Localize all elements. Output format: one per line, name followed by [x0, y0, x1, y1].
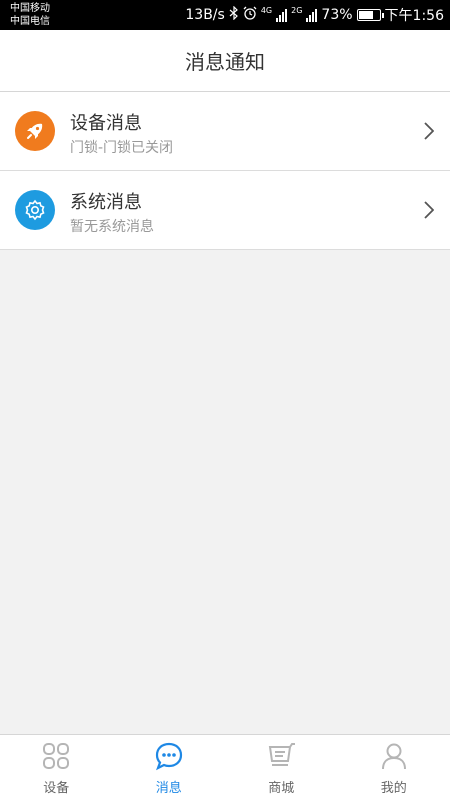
carrier-1: 中国移动	[10, 3, 50, 14]
chevron-right-icon	[424, 201, 435, 223]
tab-label: 消息	[155, 781, 182, 796]
rocket-icon	[15, 111, 55, 151]
battery-icon	[356, 9, 384, 21]
cart-icon	[266, 741, 296, 771]
tab-device[interactable]: 设备	[0, 735, 113, 800]
header: 消息通知	[0, 30, 450, 92]
alarm-icon	[243, 6, 257, 24]
signal-1-tag: 4G	[260, 6, 273, 15]
carrier-info: 中国移动 中国电信	[10, 2, 50, 28]
gear-icon	[15, 190, 55, 230]
chevron-right-icon	[424, 122, 435, 144]
person-icon	[381, 741, 407, 771]
message-title: 系统消息	[70, 192, 142, 213]
signal-2-icon	[306, 8, 318, 22]
bottom-tab-bar: 设备 消息 商城 我的	[0, 734, 450, 800]
tab-label: 商城	[268, 781, 295, 796]
message-row-device[interactable]: 设备消息 门锁-门锁已关闭	[0, 92, 450, 171]
page-title: 消息通知	[185, 50, 265, 74]
message-subtitle: 门锁-门锁已关闭	[70, 140, 174, 156]
bluetooth-icon	[229, 5, 239, 24]
carrier-2: 中国电信	[10, 16, 50, 27]
signal-2-tag: 2G	[291, 6, 303, 15]
tab-label: 设备	[43, 781, 70, 796]
message-row-system[interactable]: 系统消息 暂无系统消息	[0, 171, 450, 250]
battery-percent: 73%	[321, 7, 353, 23]
message-list: 设备消息 门锁-门锁已关闭 系统消息 暂无系统消息	[0, 92, 450, 250]
message-title: 设备消息	[70, 113, 142, 134]
status-bar: 中国移动 中国电信 13B/s 4G 2G 73% 下午1:56	[0, 0, 450, 30]
clock: 下午1:56	[384, 8, 444, 24]
grid-icon	[42, 741, 70, 771]
tab-messages[interactable]: 消息	[113, 735, 226, 800]
signal-1-icon	[276, 8, 288, 22]
tab-me[interactable]: 我的	[338, 735, 450, 800]
status-indicators: 13B/s 4G 2G 73% 下午1:56	[185, 0, 444, 30]
chat-icon	[154, 741, 184, 771]
net-speed: 13B/s	[185, 7, 225, 23]
tab-label: 我的	[380, 781, 407, 796]
tab-store[interactable]: 商城	[225, 735, 338, 800]
message-subtitle: 暂无系统消息	[70, 219, 154, 235]
